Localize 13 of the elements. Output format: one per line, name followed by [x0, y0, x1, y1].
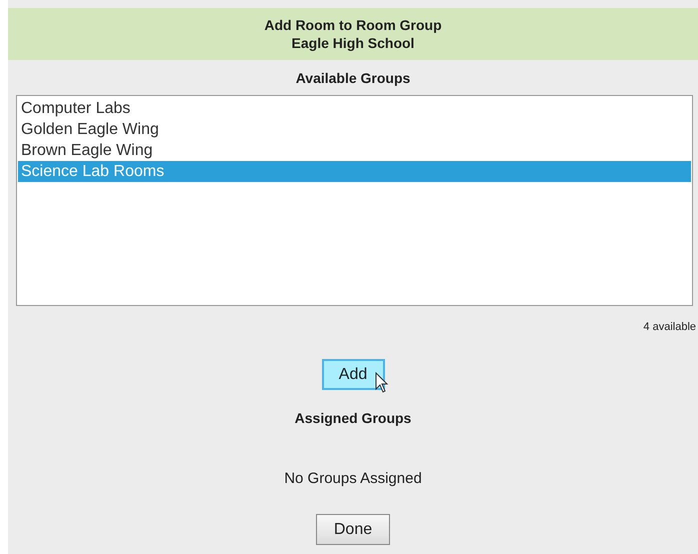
available-count: 4 available [643, 321, 696, 333]
school-name: Eagle High School [292, 34, 414, 52]
pointer-icon [374, 372, 388, 394]
add-button[interactable]: Add [322, 359, 384, 390]
empty-message: No Groups Assigned [284, 470, 422, 487]
section-heading: Assigned Groups [294, 410, 412, 426]
list-option[interactable]: Computer Labs [18, 98, 691, 119]
groups-listbox[interactable]: Computer Labs Golden Eagle Wing Brown Eagle Wing Science Lab Rooms [16, 95, 693, 306]
list-option[interactable]: Brown Eagle Wing [18, 140, 691, 161]
dialog-title: Add Room to Room Group [264, 16, 442, 34]
section-heading: Available Groups [296, 70, 410, 86]
list-option[interactable]: Golden Eagle Wing [18, 119, 691, 140]
done-button[interactable]: Done [316, 514, 390, 545]
